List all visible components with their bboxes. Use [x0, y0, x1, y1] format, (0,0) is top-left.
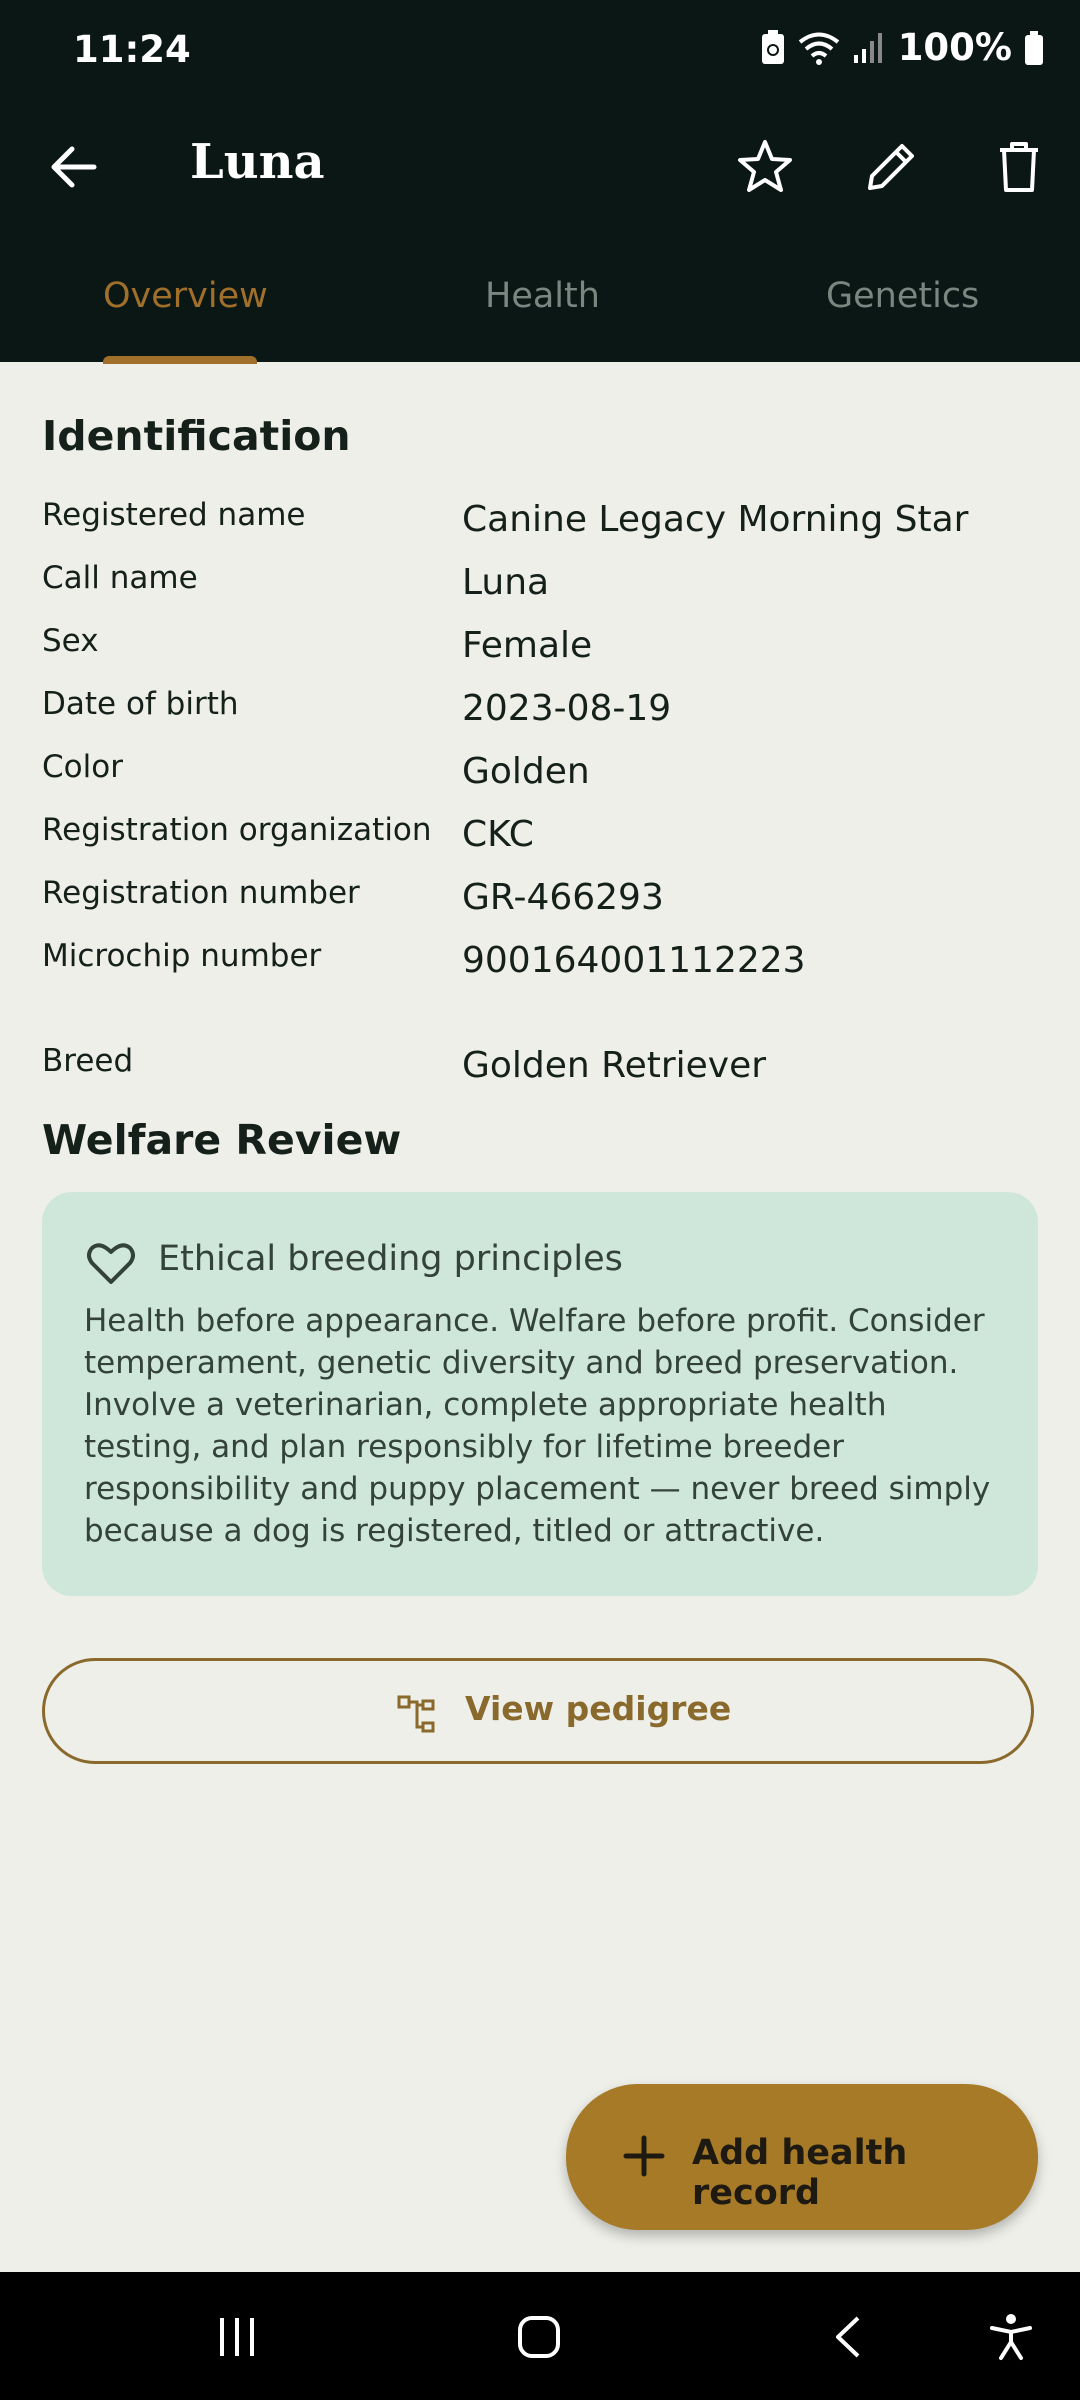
value-sex: Female	[462, 625, 593, 666]
back-nav-icon[interactable]	[826, 2314, 872, 2360]
add-health-record-label: Add health record	[692, 2133, 908, 2213]
battery-icon	[1025, 30, 1043, 65]
value-microchip-number: 900164001112223	[462, 940, 806, 981]
value-call-name: Luna	[462, 562, 550, 603]
tab-health[interactable]: Health	[485, 276, 600, 316]
status-icons: 100%	[760, 26, 1044, 69]
label-call-name: Call name	[42, 560, 198, 596]
view-pedigree-label: View pedigree	[465, 1689, 732, 1728]
plus-icon	[623, 2135, 665, 2177]
tab-bar: Overview Health Genetics	[0, 250, 1080, 362]
identification-heading: Identification	[42, 412, 351, 460]
pedigree-tree-icon	[397, 1695, 435, 1733]
battery-saver-icon	[761, 29, 784, 64]
wifi-icon	[798, 32, 839, 65]
app-bar: Luna	[0, 108, 1080, 228]
value-registration-number: GR-466293	[462, 877, 664, 918]
edit-icon[interactable]	[858, 134, 924, 200]
label-date-of-birth: Date of birth	[42, 686, 239, 722]
home-icon[interactable]	[516, 2314, 562, 2360]
value-date-of-birth: 2023-08-19	[462, 688, 672, 729]
accessibility-icon[interactable]	[986, 2312, 1036, 2362]
signal-icon	[853, 32, 882, 63]
tab-genetics[interactable]: Genetics	[826, 276, 979, 316]
value-registered-name: Canine Legacy Morning Star	[462, 499, 969, 540]
tab-overview[interactable]: Overview	[103, 276, 268, 316]
page-title: Luna	[190, 134, 325, 190]
label-registered-name: Registered name	[42, 497, 306, 533]
recent-apps-icon[interactable]	[214, 2314, 260, 2360]
label-registration-number: Registration number	[42, 875, 360, 911]
delete-icon[interactable]	[986, 134, 1052, 200]
heart-icon	[87, 1243, 135, 1284]
label-sex: Sex	[42, 623, 99, 659]
value-breed: Golden Retriever	[462, 1045, 767, 1086]
system-navigation-bar	[0, 2272, 1080, 2400]
card-body-text: Health before appearance. Welfare before…	[84, 1303, 991, 1549]
card-title: Ethical breeding principles	[158, 1239, 623, 1279]
star-icon[interactable]	[732, 134, 798, 200]
tab-indicator	[103, 356, 257, 364]
value-registration-organization: CKC	[462, 814, 534, 855]
welfare-review-heading: Welfare Review	[42, 1116, 402, 1164]
label-color: Color	[42, 749, 123, 785]
view-pedigree-button[interactable]: View pedigree	[42, 1658, 1034, 1764]
label-registration-organization: Registration organization	[42, 812, 432, 848]
status-bar: 11:24 100%	[0, 0, 1080, 108]
back-arrow-icon[interactable]	[42, 134, 108, 200]
ethical-breeding-card: Ethical breeding principles Health befor…	[42, 1192, 1038, 1596]
value-color: Golden	[462, 751, 590, 792]
label-breed: Breed	[42, 1043, 134, 1079]
status-time: 11:24	[73, 28, 191, 71]
battery-percent: 100%	[897, 26, 1012, 69]
label-microchip-number: Microchip number	[42, 938, 322, 974]
add-health-record-button[interactable]: Add health record	[566, 2084, 1038, 2230]
